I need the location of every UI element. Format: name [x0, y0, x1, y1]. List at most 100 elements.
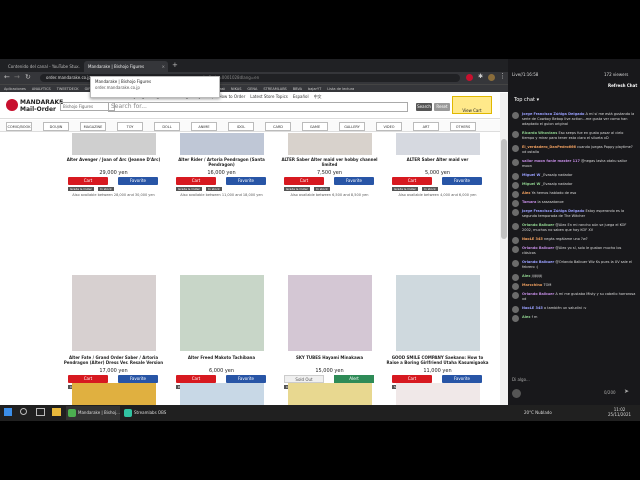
product-title[interactable]: Alter Fate / Grand Order Saber / Artoria…	[62, 355, 165, 365]
category-tab-toy[interactable]: TOY	[117, 122, 143, 131]
category-tab-art[interactable]: ART	[413, 122, 439, 131]
product-title[interactable]: Alter Rider / Artoria Pendragon (Santa P…	[170, 157, 273, 167]
top-nav-link[interactable]: Latest Store Topics	[250, 94, 288, 99]
chat-username[interactable]: Orlando Balbuer	[522, 223, 554, 227]
category-tab-idol[interactable]: IDOL	[228, 122, 254, 131]
windows-start-icon[interactable]	[4, 408, 12, 416]
chat-username[interactable]: Jorge Francisco Zúñiga Delgado	[522, 112, 584, 116]
product-image[interactable]	[288, 275, 372, 351]
chat-username[interactable]: Orlando Balbuer	[522, 260, 554, 264]
bookmark-item[interactable]: STREAMLABS	[263, 87, 286, 91]
chat-username[interactable]: Ricardo Whovians	[522, 131, 557, 135]
avatar[interactable]	[512, 131, 519, 138]
product-image[interactable]	[396, 383, 480, 405]
emoji-icon[interactable]	[512, 389, 521, 398]
tab-mandarake[interactable]: Mandarake | Bishojo Figures ×	[84, 61, 168, 72]
chat-username[interactable]: Jorge Francisco Zúñiga Delgado	[522, 209, 584, 213]
close-icon[interactable]: ×	[76, 61, 79, 72]
chat-username[interactable]: Marcchino	[522, 283, 542, 287]
product-image[interactable]	[288, 383, 372, 405]
chat-username[interactable]: NaoLE 345	[522, 237, 543, 241]
puzzle-icon[interactable]: ✱	[478, 73, 483, 80]
chat-username[interactable]: Miguel W	[522, 173, 540, 177]
favorite-button[interactable]: Favorite	[118, 177, 158, 185]
avatar[interactable]	[512, 223, 519, 230]
back-icon[interactable]: ←	[4, 73, 10, 81]
avatar[interactable]	[512, 112, 519, 119]
avatar[interactable]	[512, 173, 519, 180]
category-tab-game[interactable]: GAME	[302, 122, 328, 131]
close-icon[interactable]: ×	[162, 61, 165, 72]
avatar[interactable]	[512, 274, 519, 281]
chat-username[interactable]: Alex	[522, 315, 531, 319]
category-tab-video[interactable]: VIDEO	[376, 122, 402, 131]
bookmark-item[interactable]: GENA	[247, 87, 257, 91]
view-cart-button[interactable]: View Cart	[452, 96, 492, 114]
avatar[interactable]	[512, 159, 519, 166]
bookmark-item[interactable]: Aplicaciones	[4, 87, 26, 91]
product-title[interactable]: GOOD SMILE COMPANY Saekano: How to Raise…	[386, 355, 489, 365]
menu-icon[interactable]: ⋮	[499, 72, 506, 80]
product-image[interactable]	[396, 275, 480, 351]
product-image[interactable]	[72, 383, 156, 405]
avatar[interactable]	[512, 182, 519, 189]
taskbar-app-chrome[interactable]: Mandarake | Bishoj...	[66, 406, 120, 420]
category-tab-doll[interactable]: DOLL	[154, 122, 180, 131]
favorite-button[interactable]: Favorite	[226, 177, 266, 185]
send-icon[interactable]: ➤	[624, 388, 629, 395]
category-tab-doujin[interactable]: DOUJIN	[43, 122, 69, 131]
cart-button[interactable]: Cart	[176, 375, 216, 383]
category-tab-anime[interactable]: ANIME	[191, 122, 217, 131]
product-image[interactable]	[180, 275, 264, 351]
avatar[interactable]	[512, 283, 519, 290]
search-button[interactable]: Search	[416, 103, 432, 111]
chat-username[interactable]: Alex	[522, 274, 531, 278]
favorite-button[interactable]: Favorite	[118, 375, 158, 383]
product-image[interactable]	[288, 133, 372, 155]
avatar[interactable]	[512, 260, 519, 267]
category-tab-card[interactable]: CARD	[265, 122, 291, 131]
favorite-button[interactable]: Favorite	[442, 177, 482, 185]
weather-widget[interactable]: 20°C Nublado	[524, 410, 552, 415]
product-title[interactable]: SKY TUBES Hayami Minakawa	[278, 355, 381, 360]
bookmark-item[interactable]: bajarYT	[308, 87, 321, 91]
reset-button[interactable]: Reset	[434, 103, 450, 111]
new-tab-icon[interactable]: +	[172, 61, 178, 69]
avatar[interactable]	[512, 237, 519, 244]
sold-out-button[interactable]: Sold Out	[284, 375, 324, 383]
product-image[interactable]	[180, 383, 264, 405]
top-chat-dropdown[interactable]: Top chat ▾	[514, 97, 539, 103]
category-select[interactable]: Bishojo Figures	[60, 102, 115, 111]
bookmark-item[interactable]: BBVA	[293, 87, 302, 91]
chat-username[interactable]: Tamara	[522, 200, 536, 204]
product-image[interactable]	[72, 275, 156, 351]
refresh-chat-button[interactable]: Refresh Chat	[608, 83, 637, 88]
chat-username[interactable]: NaoLE 345	[522, 306, 543, 310]
favorite-button[interactable]: Favorite	[226, 375, 266, 383]
product-title[interactable]: ALTER Saber Alter maid ver	[386, 157, 489, 162]
clock[interactable]: 11:02 25/11/2021	[608, 407, 631, 417]
avatar[interactable]	[512, 246, 519, 253]
tab-youtube[interactable]: Contenido del canal - YouTube Stu... ×	[4, 61, 82, 72]
chat-username[interactable]: Alex	[522, 191, 531, 195]
cart-button[interactable]: Cart	[392, 177, 432, 185]
cart-button[interactable]: Cart	[68, 375, 108, 383]
taskbar-app-obs[interactable]: Streamlabs OBS	[122, 406, 176, 420]
mandarake-logo[interactable]: MANDARAKE Mail-Order	[6, 97, 63, 113]
category-tab-others[interactable]: OTHERS	[450, 122, 476, 131]
avatar[interactable]	[512, 292, 519, 299]
product-image[interactable]	[180, 133, 264, 155]
product-title[interactable]: Alter Avenger / Joan of Arc (Jeanne D'Ar…	[62, 157, 165, 162]
reload-icon[interactable]: ↻	[25, 73, 31, 81]
avatar[interactable]	[512, 191, 519, 198]
favorite-button[interactable]: Favorite	[442, 375, 482, 383]
avatar[interactable]	[512, 145, 519, 152]
avatar[interactable]	[512, 306, 519, 313]
forward-icon[interactable]: →	[14, 73, 20, 81]
top-nav-link[interactable]: How to Order	[219, 94, 246, 99]
bookmark-item[interactable]: NIKAS	[231, 87, 242, 91]
scrollbar-thumb[interactable]	[501, 139, 507, 239]
chat-username[interactable]: El_verdadero_DanPedro666	[522, 145, 576, 149]
top-nav-link[interactable]: 中文	[314, 94, 322, 99]
favorite-button[interactable]: Favorite	[334, 177, 374, 185]
